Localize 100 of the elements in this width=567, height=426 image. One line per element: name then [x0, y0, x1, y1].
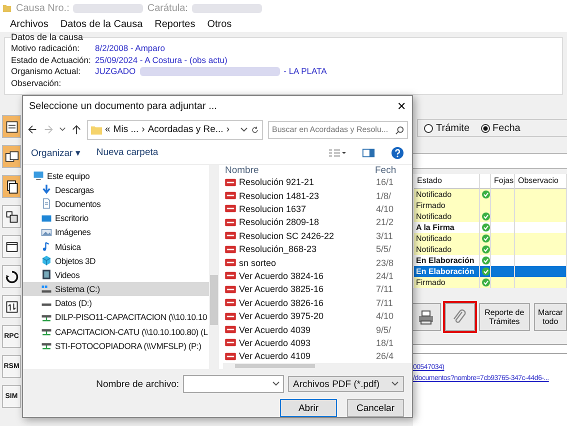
pdf-file-icon — [225, 271, 236, 280]
toolbar-button[interactable] — [2, 115, 21, 138]
menu-item[interactable]: Datos de la Causa — [54, 18, 149, 30]
breadcrumb[interactable]: › — [142, 124, 145, 136]
window-title: Causa Nro.: — [16, 2, 70, 14]
network-drive-icon — [41, 340, 52, 352]
breadcrumb[interactable]: › — [226, 124, 230, 136]
menu-item[interactable]: Archivos — [4, 18, 54, 30]
scrollbar[interactable] — [209, 164, 219, 370]
table-cell — [515, 233, 567, 244]
file-name[interactable]: Ver Acuerdo 3826-16 — [239, 298, 373, 308]
toolbar-button[interactable]: Organizar ▾ — [31, 146, 80, 159]
toolbar-button[interactable] — [2, 175, 21, 198]
file-name[interactable]: Ver Acuerdo 3825-16 — [239, 284, 373, 294]
pdf-file-icon — [225, 352, 236, 361]
tree-item[interactable]: Descargas — [23, 182, 209, 197]
radio-button[interactable] — [480, 124, 490, 132]
up-icon[interactable] — [71, 124, 82, 136]
breadcrumb[interactable]: Acordadas y Re... — [148, 124, 224, 136]
file-name[interactable]: Resolución 2809-18 — [239, 217, 373, 228]
tree-item[interactable]: Este equipo — [23, 168, 209, 183]
file-name[interactable]: Resolucion 1637 — [239, 204, 373, 214]
file-date: 26/4 — [376, 351, 394, 362]
print-button[interactable] — [411, 303, 441, 331]
tree-item[interactable]: Datos (D:) — [23, 296, 209, 310]
tree-item[interactable]: CAPACITACION-CATU (\\10.10.100.80) (L — [23, 324, 209, 339]
desktop-icon — [41, 212, 52, 224]
music-icon — [41, 241, 52, 252]
tree-item[interactable]: DILP-PISO11-CAPACITACION (\\10.10.10 — [23, 310, 209, 325]
group-title: Datos de la causa — [11, 32, 84, 42]
search-field[interactable]: Buscar en Acordadas y Resolu... — [268, 120, 408, 139]
tree-item[interactable]: Sistema (C:) — [23, 282, 209, 296]
tree-item[interactable]: Imágenes — [23, 225, 209, 240]
field-value: - LA PLATA — [284, 66, 327, 78]
tree-item[interactable]: Videos — [23, 268, 209, 282]
file-name[interactable]: Resolución 921-21 — [239, 177, 373, 188]
dialog-button[interactable]: Cancelar — [347, 399, 404, 418]
menu-item[interactable]: Reportes — [148, 18, 202, 30]
tree-item[interactable]: Documentos — [23, 196, 209, 212]
pdf-file-icon — [225, 218, 236, 227]
address-bar[interactable]: « Mis ... › Acordadas y Re... › — [87, 120, 263, 140]
help-icon[interactable] — [391, 146, 404, 159]
breadcrumb[interactable]: Mis ... — [113, 124, 139, 136]
toolbar-button[interactable] — [2, 265, 21, 288]
file-name[interactable]: Resolución_868-23 — [239, 244, 373, 254]
file-name[interactable]: Resolucion SC 2426-22 — [239, 230, 373, 241]
file-name[interactable]: Ver Acuerdo 4039 — [239, 324, 373, 334]
close-button[interactable]: ✕ — [391, 98, 412, 116]
recent-dropdown-icon[interactable] — [59, 126, 66, 134]
back-icon[interactable] — [27, 124, 38, 136]
table-cell: Firmado — [414, 277, 480, 288]
file-date: 7/11 — [376, 284, 393, 294]
documents-icon — [41, 198, 52, 210]
tree-item[interactable]: Objetos 3D — [23, 254, 209, 268]
scrollbar[interactable] — [223, 362, 412, 370]
printer-icon — [416, 309, 436, 325]
dropdown-icon — [272, 380, 280, 388]
view-options-icon[interactable] — [328, 148, 346, 158]
toolbar-button[interactable]: Nueva carpeta — [96, 147, 158, 158]
network-drive-icon — [41, 326, 52, 338]
table-cell — [515, 244, 567, 255]
refresh-icon[interactable] — [251, 126, 259, 134]
tree-item[interactable]: STI-FOTOCOPIADORA (\\VMFSLP) (P:) — [23, 338, 209, 353]
action-button[interactable]: Marcar todo — [534, 303, 567, 331]
menu-item[interactable]: Otros — [201, 18, 238, 30]
field-value: 8/2/2008 - Amparo — [95, 43, 165, 54]
field-label: Observación: — [11, 78, 62, 89]
videos-icon — [41, 269, 52, 280]
tree-item[interactable]: Música — [23, 239, 209, 254]
toolbar-button[interactable] — [2, 295, 21, 318]
file-date: 3/11 — [376, 230, 393, 241]
file-name[interactable]: Ver Acuerdo 4109 — [239, 351, 373, 362]
radio-button[interactable] — [424, 124, 433, 132]
toolbar-button[interactable] — [2, 235, 21, 258]
file-name[interactable]: Ver Acuerdo 3975-20 — [239, 311, 373, 322]
dialog-title: Seleccione un documento para adjuntar ... — [29, 101, 217, 112]
file-name[interactable]: sn sorteo — [239, 258, 373, 268]
radio-label: Trámite — [436, 122, 470, 134]
table-cell — [515, 266, 567, 277]
dropdown-icon[interactable] — [240, 126, 248, 134]
filename-field[interactable] — [183, 375, 284, 394]
column-header[interactable]: Nombre — [225, 164, 375, 176]
file-name[interactable]: Ver Acuerdo 4093 — [239, 338, 373, 348]
field-label: Nombre de archivo: — [96, 378, 179, 390]
tree-item[interactable]: Escritorio — [23, 211, 209, 226]
breadcrumb[interactable]: « — [105, 124, 110, 136]
column-header[interactable]: Fech — [375, 164, 396, 176]
table-cell: En Elaboración — [414, 255, 480, 266]
table-cell — [515, 189, 567, 200]
toolbar-button[interactable] — [2, 205, 21, 228]
action-button[interactable]: Reporte de Trámites — [479, 303, 530, 331]
dropdown-icon — [391, 380, 399, 388]
dialog-button[interactable]: Abrir — [280, 399, 337, 418]
copies-icon — [4, 180, 18, 194]
file-name[interactable]: Resolucion 1481-23 — [239, 190, 373, 201]
file-type-dropdown[interactable]: Archivos PDF (*.pdf) — [288, 376, 404, 392]
toolbar-button[interactable] — [2, 145, 21, 168]
file-name[interactable]: Ver Acuerdo 3824-16 — [239, 270, 373, 281]
computer-icon — [33, 170, 44, 182]
preview-pane-icon[interactable] — [362, 146, 375, 159]
